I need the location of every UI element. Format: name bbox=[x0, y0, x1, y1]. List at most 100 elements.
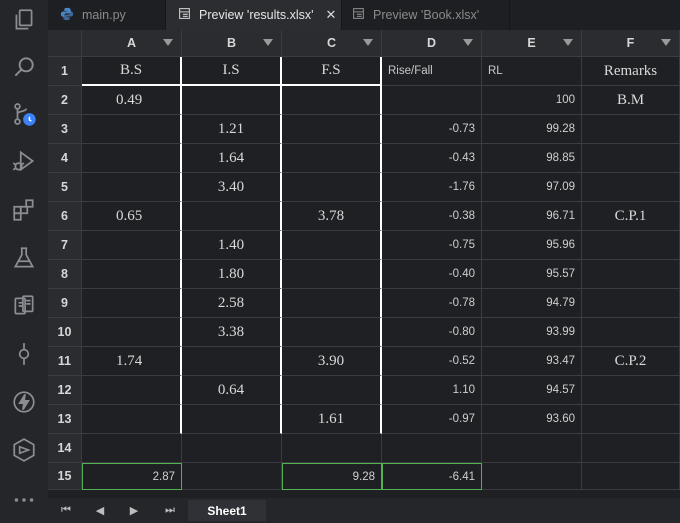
cell-d7[interactable]: -0.75 bbox=[382, 231, 482, 260]
cell-c5[interactable] bbox=[282, 173, 382, 202]
cell-b8[interactable]: 1.80 bbox=[182, 260, 282, 289]
filter-dropdown-icon[interactable] bbox=[463, 39, 473, 46]
column-header-e[interactable]: E bbox=[482, 30, 582, 57]
cell-a3[interactable] bbox=[82, 115, 182, 144]
row-header[interactable]: 1 bbox=[48, 57, 82, 86]
row-header[interactable]: 3 bbox=[48, 115, 82, 144]
cell-b9[interactable]: 2.58 bbox=[182, 289, 282, 318]
row-header[interactable]: 11 bbox=[48, 347, 82, 376]
cell-d12[interactable]: 1.10 bbox=[382, 376, 482, 405]
column-header-d[interactable]: D bbox=[382, 30, 482, 57]
cell-f12[interactable] bbox=[582, 376, 680, 405]
cell-c13[interactable]: 1.61 bbox=[282, 405, 382, 434]
cell-e15[interactable] bbox=[482, 463, 582, 490]
select-all-corner[interactable] bbox=[48, 30, 82, 57]
cell-d11[interactable]: -0.52 bbox=[382, 347, 482, 376]
cell-e9[interactable]: 94.79 bbox=[482, 289, 582, 318]
prev-sheet-button[interactable]: ◀ bbox=[92, 503, 108, 517]
cell-b6[interactable] bbox=[182, 202, 282, 231]
row-header[interactable]: 9 bbox=[48, 289, 82, 318]
cell-e1[interactable]: RL bbox=[482, 57, 582, 86]
cell-a15[interactable]: 2.87 bbox=[82, 463, 182, 490]
cell-f10[interactable] bbox=[582, 318, 680, 347]
cell-a1[interactable]: B.S bbox=[82, 57, 182, 86]
cell-a12[interactable] bbox=[82, 376, 182, 405]
search-icon[interactable] bbox=[10, 53, 38, 81]
row-header[interactable]: 8 bbox=[48, 260, 82, 289]
row-header[interactable]: 7 bbox=[48, 231, 82, 260]
cell-d9[interactable]: -0.78 bbox=[382, 289, 482, 318]
cell-c2[interactable] bbox=[282, 86, 382, 115]
first-sheet-button[interactable]: ⏮ bbox=[58, 503, 74, 517]
cell-d5[interactable]: -1.76 bbox=[382, 173, 482, 202]
cell-b15[interactable] bbox=[182, 463, 282, 490]
cell-b7[interactable]: 1.40 bbox=[182, 231, 282, 260]
filter-dropdown-icon[interactable] bbox=[163, 39, 173, 46]
cell-d2[interactable] bbox=[382, 86, 482, 115]
cell-e12[interactable]: 94.57 bbox=[482, 376, 582, 405]
cell-a7[interactable] bbox=[82, 231, 182, 260]
cell-b14[interactable] bbox=[182, 434, 282, 463]
column-header-c[interactable]: C bbox=[282, 30, 382, 57]
cell-f15[interactable] bbox=[582, 463, 680, 490]
extensions-icon[interactable] bbox=[10, 196, 38, 224]
filter-dropdown-icon[interactable] bbox=[661, 39, 671, 46]
cell-e14[interactable] bbox=[482, 434, 582, 463]
cell-f7[interactable] bbox=[582, 231, 680, 260]
cell-d15[interactable]: -6.41 bbox=[382, 463, 482, 490]
cell-f3[interactable] bbox=[582, 115, 680, 144]
cell-d13[interactable]: -0.97 bbox=[382, 405, 482, 434]
sheet-tab-sheet1[interactable]: Sheet1 bbox=[188, 500, 266, 521]
cell-f9[interactable] bbox=[582, 289, 680, 318]
cell-e13[interactable]: 93.60 bbox=[482, 405, 582, 434]
cell-c3[interactable] bbox=[282, 115, 382, 144]
column-header-f[interactable]: F bbox=[582, 30, 680, 57]
filter-dropdown-icon[interactable] bbox=[263, 39, 273, 46]
cell-f5[interactable] bbox=[582, 173, 680, 202]
git-commit-icon[interactable] bbox=[10, 340, 38, 368]
cell-a11[interactable]: 1.74 bbox=[82, 347, 182, 376]
filter-dropdown-icon[interactable] bbox=[363, 39, 373, 46]
cell-b2[interactable] bbox=[182, 86, 282, 115]
cell-a4[interactable] bbox=[82, 144, 182, 173]
cell-a2[interactable]: 0.49 bbox=[82, 86, 182, 115]
row-header[interactable]: 14 bbox=[48, 434, 82, 463]
cell-a5[interactable] bbox=[82, 173, 182, 202]
cell-c4[interactable] bbox=[282, 144, 382, 173]
cell-f4[interactable] bbox=[582, 144, 680, 173]
cell-d4[interactable]: -0.43 bbox=[382, 144, 482, 173]
row-header[interactable]: 12 bbox=[48, 376, 82, 405]
cell-c11[interactable]: 3.90 bbox=[282, 347, 382, 376]
cell-b1[interactable]: I.S bbox=[182, 57, 282, 86]
row-header[interactable]: 13 bbox=[48, 405, 82, 434]
last-sheet-button[interactable]: ⏭ bbox=[162, 503, 178, 517]
cell-a14[interactable] bbox=[82, 434, 182, 463]
cell-f6[interactable]: C.P.1 bbox=[582, 202, 680, 231]
row-header[interactable]: 6 bbox=[48, 202, 82, 231]
row-header[interactable]: 10 bbox=[48, 318, 82, 347]
cell-f8[interactable] bbox=[582, 260, 680, 289]
row-header[interactable]: 15 bbox=[48, 463, 82, 490]
cell-e5[interactable]: 97.09 bbox=[482, 173, 582, 202]
cell-b5[interactable]: 3.40 bbox=[182, 173, 282, 202]
tab-preview-book[interactable]: Preview 'Book.xlsx' bbox=[342, 0, 510, 30]
cell-c6[interactable]: 3.78 bbox=[282, 202, 382, 231]
cell-a10[interactable] bbox=[82, 318, 182, 347]
cell-f2[interactable]: B.M bbox=[582, 86, 680, 115]
cell-f13[interactable] bbox=[582, 405, 680, 434]
cell-a8[interactable] bbox=[82, 260, 182, 289]
cell-d3[interactable]: -0.73 bbox=[382, 115, 482, 144]
cell-d8[interactable]: -0.40 bbox=[382, 260, 482, 289]
lightning-icon[interactable] bbox=[10, 388, 38, 416]
cell-d14[interactable] bbox=[382, 434, 482, 463]
tab-preview-results[interactable]: Preview 'results.xlsx' ✕ bbox=[166, 0, 342, 30]
cell-c1[interactable]: F.S bbox=[282, 57, 382, 86]
cell-b12[interactable]: 0.64 bbox=[182, 376, 282, 405]
cell-c12[interactable] bbox=[282, 376, 382, 405]
cell-b3[interactable]: 1.21 bbox=[182, 115, 282, 144]
cell-f1[interactable]: Remarks bbox=[582, 57, 680, 86]
cell-c14[interactable] bbox=[282, 434, 382, 463]
cell-e8[interactable]: 95.57 bbox=[482, 260, 582, 289]
cell-e2[interactable]: 100 bbox=[482, 86, 582, 115]
cell-e6[interactable]: 96.71 bbox=[482, 202, 582, 231]
